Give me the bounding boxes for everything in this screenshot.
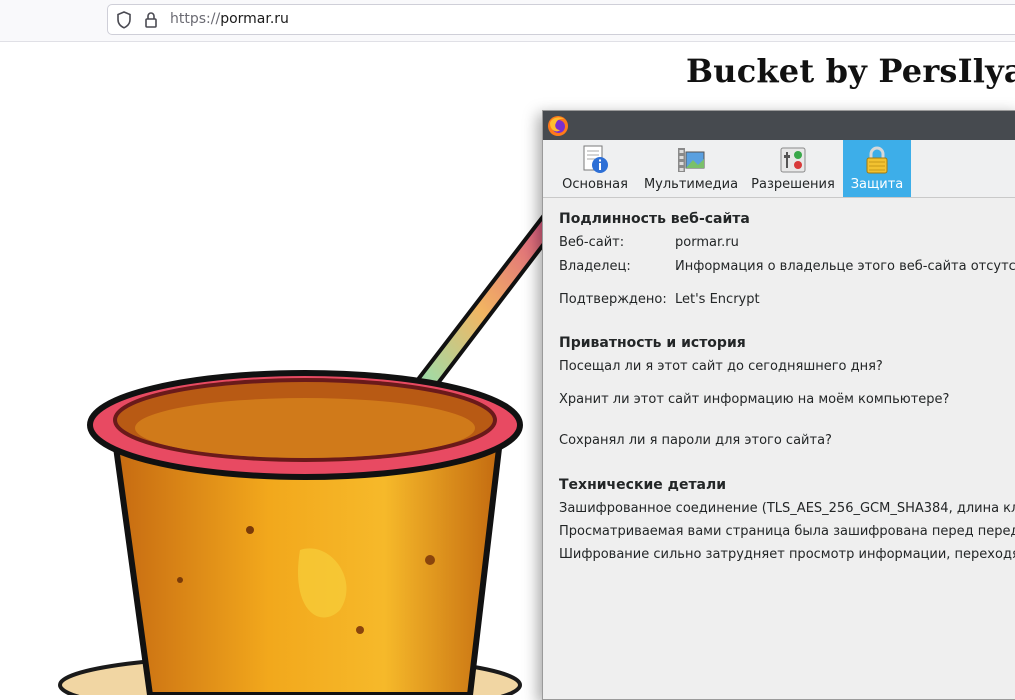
owner-row: Владелец: Информация о владельце этого ве… xyxy=(559,259,1015,274)
shield-icon[interactable] xyxy=(116,11,132,29)
browser-toolbar: https://pormar.ru xyxy=(0,0,1015,42)
url-domain: pormar.ru xyxy=(220,11,289,27)
dialog-tabs: Основная Мультимедиа Разрешения Защита xyxy=(543,140,1015,198)
page-title: Bucket by PersIlya xyxy=(686,52,1015,90)
technical-line-2: Просматриваемая вами страница была зашиф… xyxy=(559,524,1015,539)
dialog-titlebar[interactable] xyxy=(543,111,1015,140)
owner-label: Владелец: xyxy=(559,259,631,274)
identity-heading: Подлинность веб-сайта xyxy=(559,211,750,227)
media-icon xyxy=(678,148,705,172)
lock-icon xyxy=(866,146,888,174)
tab-permissions[interactable]: Разрешения xyxy=(745,140,841,197)
tab-media[interactable]: Мультимедиа xyxy=(641,140,741,197)
url-scheme: https:// xyxy=(170,11,221,27)
url-text[interactable]: https://pormar.ru xyxy=(170,11,289,27)
permissions-icon xyxy=(780,147,806,173)
verified-row: Подтверждено: Let's Encrypt xyxy=(559,292,760,307)
privacy-storage-question: Хранит ли этот сайт информацию на моём к… xyxy=(559,392,950,407)
owner-value: Информация о владельце этого веб-сайта о… xyxy=(675,259,1015,274)
tab-general[interactable]: Основная xyxy=(553,140,637,197)
website-value: pormar.ru xyxy=(675,235,739,250)
bucket-illustration xyxy=(58,207,560,695)
website-label: Веб-сайт: xyxy=(559,235,625,250)
privacy-heading: Приватность и история xyxy=(559,335,746,351)
url-bar[interactable]: https://pormar.ru xyxy=(107,4,1015,35)
technical-line-1: Зашифрованное соединение (TLS_AES_256_GC… xyxy=(559,501,1015,516)
tab-security-label: Защита xyxy=(850,177,904,192)
technical-line-3: Шифрование сильно затрудняет просмотр ин… xyxy=(559,547,1015,562)
privacy-visited-question: Посещал ли я этот сайт до сегодняшнего д… xyxy=(559,359,883,374)
lock-icon[interactable] xyxy=(144,11,158,29)
tab-security[interactable]: Защита xyxy=(843,140,911,197)
website-row: Веб-сайт: pormar.ru xyxy=(559,235,739,250)
verified-value: Let's Encrypt xyxy=(675,292,760,307)
privacy-passwords-question: Сохранял ли я пароли для этого сайта? xyxy=(559,433,832,448)
tab-media-label: Мультимедиа xyxy=(643,177,739,192)
page-info-dialog: Основная Мультимедиа Разрешения Защита П… xyxy=(542,110,1015,700)
tab-general-label: Основная xyxy=(562,177,628,192)
technical-heading: Технические детали xyxy=(559,477,727,493)
info-page-icon xyxy=(583,145,608,173)
tab-permissions-label: Разрешения xyxy=(751,177,835,192)
verified-label: Подтверждено: xyxy=(559,292,667,307)
firefox-icon xyxy=(548,116,568,136)
